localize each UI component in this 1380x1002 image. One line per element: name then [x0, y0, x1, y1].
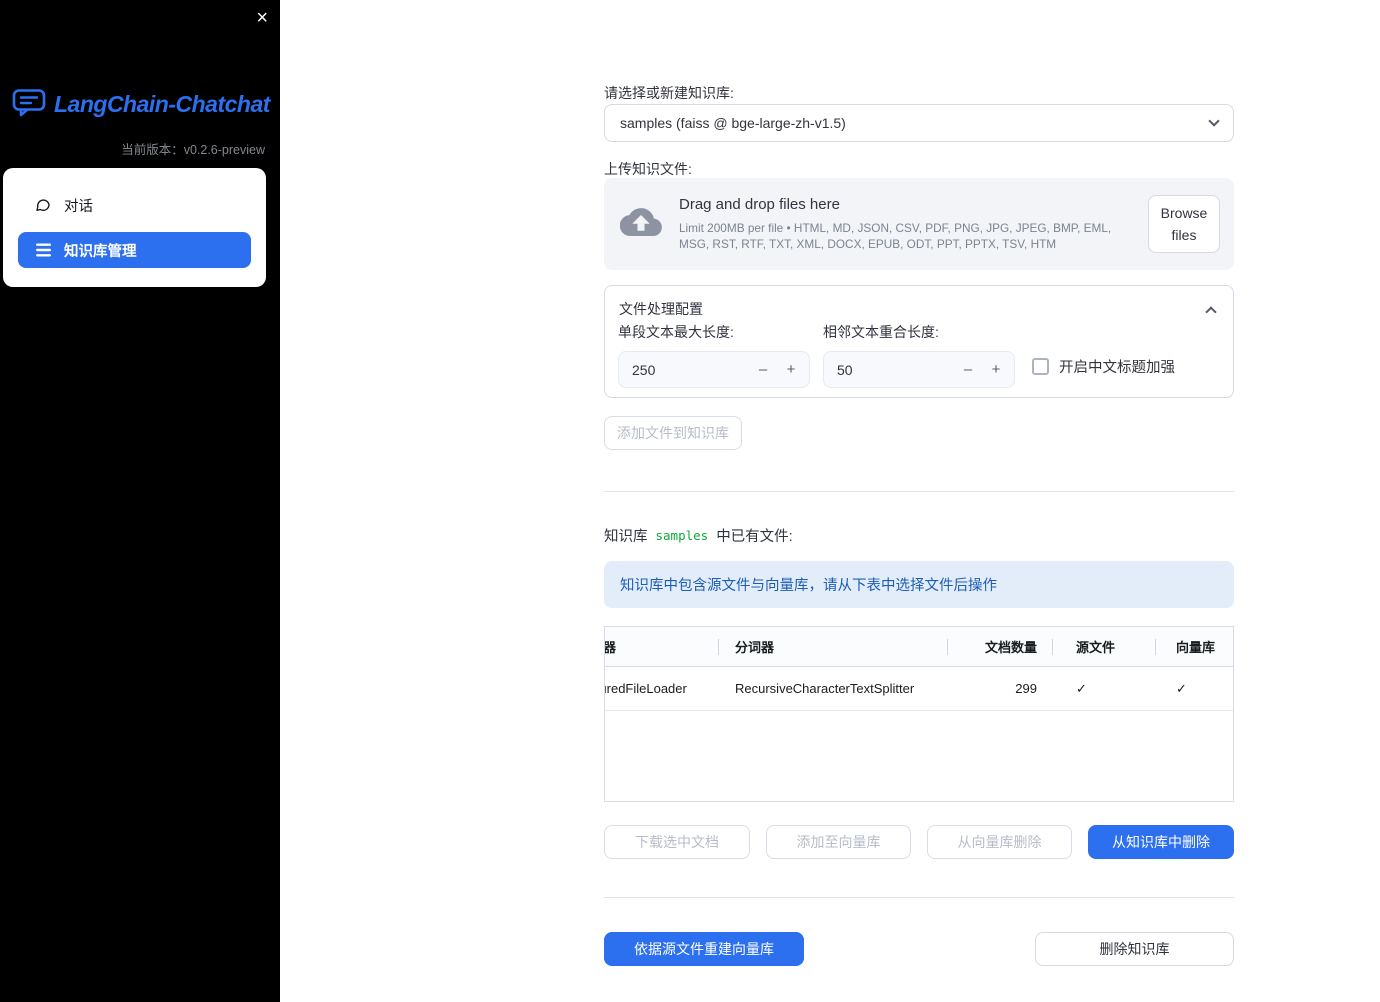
kb-list-icon — [35, 243, 51, 257]
logo-text: LangChain-Chatchat — [54, 91, 270, 117]
app-logo: LangChain-Chatchat — [12, 87, 270, 122]
kb-select-value: samples (faiss @ bge-large-zh-v1.5) — [620, 115, 846, 131]
delete-from-vector-store-button[interactable]: 从向量库删除 — [927, 825, 1072, 859]
files-table: 文档加载器 分词器 文档数量 源文件 向量库 UnstructuredFileL… — [604, 626, 1234, 802]
sidebar-menu: 对话 知识库管理 — [3, 168, 266, 287]
chat-bubble-icon — [35, 197, 51, 213]
add-files-to-kb-button[interactable]: 添加文件到知识库 — [604, 416, 742, 450]
overlap-size-group: 相邻文本重合长度: 50 – + — [823, 322, 1015, 388]
add-to-vector-store-button[interactable]: 添加至向量库 — [766, 825, 911, 859]
col-header-loader[interactable]: 文档加载器 — [605, 627, 719, 666]
sidebar: × LangChain-Chatchat 当前版本：v0.2.6-preview — [0, 0, 280, 1002]
cell-doc-count: 299 — [1015, 681, 1037, 696]
sidebar-item-chat-label: 对话 — [64, 198, 93, 215]
sidebar-item-knowledge-base-label: 知识库管理 — [64, 243, 137, 260]
sidebar-item-knowledge-base[interactable]: 知识库管理 — [18, 232, 251, 268]
main-content: 请选择或新建知识库: samples (faiss @ bge-large-zh… — [604, 0, 1234, 1002]
chunk-size-minus-button[interactable]: – — [749, 355, 777, 385]
col-header-doc-count[interactable]: 文档数量 — [948, 627, 1053, 666]
sidebar-item-chat[interactable]: 对话 — [18, 187, 251, 223]
chunk-size-plus-button[interactable]: + — [777, 355, 805, 385]
existing-files-line: 知识库 samples 中已有文件: — [604, 525, 1234, 546]
checkbox-box[interactable] — [1032, 358, 1049, 375]
logo-chat-icon — [12, 87, 46, 122]
existing-files-prefix: 知识库 — [604, 529, 648, 545]
rebuild-vector-store-button[interactable]: 依据源文件重建向量库 — [604, 932, 804, 966]
chevron-up-icon — [1205, 305, 1217, 318]
chunk-size-value: 250 — [632, 361, 656, 378]
upload-label: 上传知识文件: — [604, 161, 692, 177]
drop-files-text: Drag and drop files here — [679, 195, 840, 213]
upload-limit-text: Limit 200MB per file • HTML, MD, JSON, C… — [679, 220, 1112, 251]
overlap-size-label: 相邻文本重合长度: — [823, 324, 939, 340]
upload-cloud-icon — [619, 205, 662, 244]
cell-loader: UnstructuredFileLoader — [605, 681, 687, 696]
kb-select[interactable]: samples (faiss @ bge-large-zh-v1.5) — [604, 104, 1234, 142]
cell-vector-store-check: ✓ — [1176, 680, 1187, 696]
info-banner: 知识库中包含源文件与向量库，请从下表中选择文件后操作 — [604, 561, 1234, 608]
expander-title: 文件处理配置 — [619, 301, 703, 317]
col-header-vector-store[interactable]: 向量库 — [1156, 627, 1233, 666]
chunk-size-group: 单段文本最大长度: 250 – + — [618, 322, 810, 388]
expander-header[interactable]: 文件处理配置 — [605, 286, 1233, 319]
overlap-size-input[interactable]: 50 – + — [823, 351, 1015, 388]
cell-source-file-check: ✓ — [1076, 680, 1087, 696]
file-config-expander: 文件处理配置 单段文本最大长度: 250 – + 相邻文本重合长度: 50 – … — [604, 285, 1234, 398]
chunk-size-label: 单段文本最大长度: — [618, 324, 734, 340]
chunk-size-input[interactable]: 250 – + — [618, 351, 810, 388]
table-action-buttons: 下载选中文档 添加至向量库 从向量库删除 从知识库中删除 — [604, 825, 1234, 859]
overlap-plus-button[interactable]: + — [982, 355, 1010, 385]
overlap-minus-button[interactable]: – — [954, 355, 982, 385]
app-root: × LangChain-Chatchat 当前版本：v0.2.6-preview — [0, 0, 1380, 1002]
sidebar-close-button[interactable]: × — [256, 4, 268, 32]
table-row[interactable]: UnstructuredFileLoader RecursiveCharacte… — [605, 667, 1233, 711]
version-label: 当前版本：v0.2.6-preview — [121, 143, 265, 157]
cell-splitter: RecursiveCharacterTextSplitter — [735, 681, 915, 696]
download-selected-button[interactable]: 下载选中文档 — [604, 825, 750, 859]
col-header-splitter[interactable]: 分词器 — [719, 627, 948, 666]
divider-bottom — [604, 897, 1234, 898]
delete-kb-button[interactable]: 删除知识库 — [1035, 932, 1234, 966]
file-uploader-dropzone[interactable]: Drag and drop files here Limit 200MB per… — [604, 178, 1234, 270]
kb-action-buttons: 依据源文件重建向量库 删除知识库 — [604, 932, 1234, 966]
existing-files-suffix: 中已有文件: — [716, 529, 793, 545]
uploader-text: Drag and drop files here Limit 200MB per… — [679, 196, 1131, 253]
delete-from-kb-button[interactable]: 从知识库中删除 — [1088, 825, 1234, 859]
files-table-header: 文档加载器 分词器 文档数量 源文件 向量库 — [605, 627, 1233, 667]
overlap-size-value: 50 — [837, 361, 853, 378]
kb-select-label: 请选择或新建知识库: — [604, 85, 734, 101]
files-table-inner: 文档加载器 分词器 文档数量 源文件 向量库 UnstructuredFileL… — [605, 627, 1233, 711]
chevron-down-icon — [1208, 115, 1220, 127]
col-header-source-file[interactable]: 源文件 — [1053, 627, 1156, 666]
kb-name-code: samples — [655, 528, 709, 543]
zh-title-enhance-checkbox[interactable]: 开启中文标题加强 — [1032, 356, 1175, 377]
browse-files-button[interactable]: Browse files — [1148, 194, 1220, 254]
zh-title-enhance-label: 开启中文标题加强 — [1059, 360, 1175, 376]
divider-top — [604, 491, 1234, 492]
